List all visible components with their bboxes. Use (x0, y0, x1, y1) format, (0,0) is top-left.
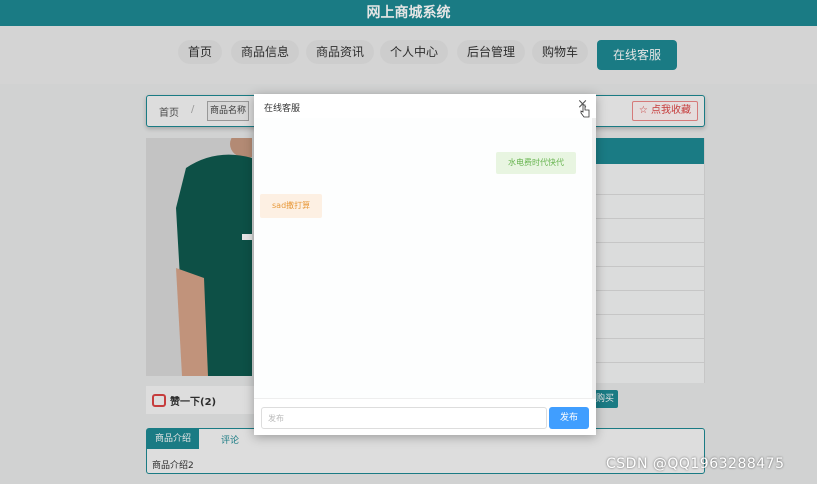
chat-header: 在线客服 × (254, 94, 596, 119)
hand-cursor-icon (580, 104, 590, 118)
send-button[interactable]: 发布 (549, 407, 589, 429)
chat-message-area[interactable]: 水电费时代快代 sad撒打算 (254, 118, 592, 398)
chat-title: 在线客服 (264, 104, 301, 114)
chat-scrollbar[interactable] (592, 118, 596, 398)
chat-message-service: sad撒打算 (260, 194, 323, 218)
chat-input[interactable] (261, 407, 547, 429)
chat-dialog: 在线客服 × 水电费时代快代 sad撒打算 发布 (254, 94, 596, 435)
chat-footer: 发布 (254, 398, 596, 436)
chat-message-user: 水电费时代快代 (496, 152, 576, 174)
watermark: CSDN @QQ1963288475 (606, 456, 785, 472)
